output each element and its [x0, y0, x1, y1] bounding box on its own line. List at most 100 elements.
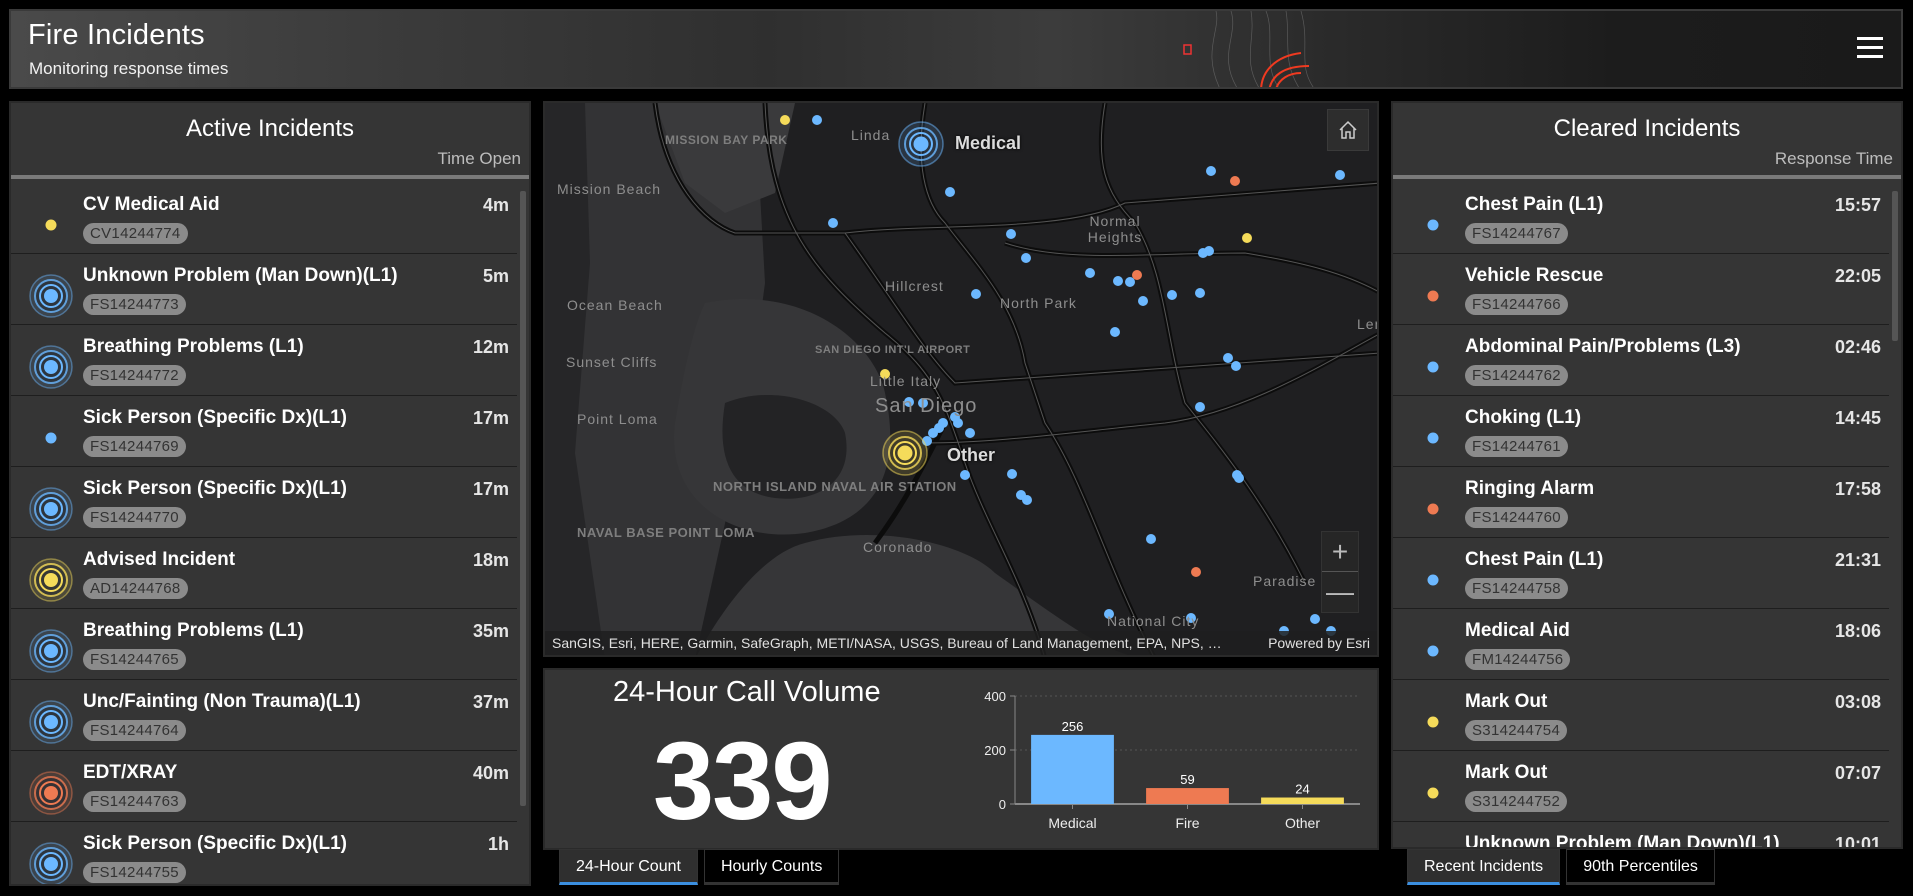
active-incident-list-item[interactable]: CV Medical Aid 4m CV14244774 [11, 183, 517, 254]
fire-incident-point[interactable] [1132, 270, 1142, 280]
cleared-incident-list-item[interactable]: Mark Out 07:07 S314244752 [1393, 751, 1889, 822]
bar-data-label: 59 [1180, 772, 1194, 787]
incident-name: Vehicle Rescue [1465, 265, 1604, 286]
call-volume-title: 24-Hour Call Volume [613, 676, 881, 708]
active-incidents-title: Active Incidents [185, 115, 355, 142]
medical-cluster-marker-icon[interactable] [898, 121, 944, 167]
medical-incident-point[interactable] [971, 289, 981, 299]
medical-incident-point[interactable] [1138, 296, 1148, 306]
medical-incident-point[interactable] [1206, 166, 1216, 176]
medical-incident-point[interactable] [1085, 268, 1095, 278]
medical-incident-marker-icon [28, 841, 74, 884]
incident-name: CV Medical Aid [83, 194, 220, 215]
medical-incident-point[interactable] [1310, 614, 1320, 624]
medical-incident-point[interactable] [1113, 276, 1123, 286]
cleared-incident-list-item[interactable]: Abdominal Pain/Problems (L3) 02:46 FS14244… [1393, 325, 1889, 396]
active-incident-list-item[interactable]: Unc/Fainting (Non Trauma)(L1) 37m FS142447… [11, 680, 517, 751]
cleared-incident-list-item[interactable]: Chest Pain (L1) 21:31 FS14244758 [1393, 538, 1889, 609]
incident-time: 37m [472, 692, 509, 712]
fire-incident-point[interactable] [1191, 567, 1201, 577]
active-incident-list-item[interactable]: Advised Incident 18m AD14244768 [11, 538, 517, 609]
zoom-out-button[interactable]: — [1322, 572, 1358, 612]
medical-incident-point[interactable] [928, 428, 938, 438]
active-incidents-panel: Active Incidents Time Open CV Medical Ai… [9, 101, 531, 886]
fire-incident-point[interactable] [1230, 176, 1240, 186]
bar-medical[interactable] [1031, 734, 1114, 804]
cleared-incident-list-item[interactable]: Vehicle Rescue 22:05 FS14244766 [1393, 254, 1889, 325]
medical-incident-marker-icon [28, 699, 74, 745]
medical-incident-point[interactable] [1231, 361, 1241, 371]
medical-incident-point[interactable] [953, 418, 963, 428]
hamburger-menu-icon[interactable] [1857, 37, 1883, 61]
tab-24-hour-count[interactable]: 24-Hour Count [559, 849, 698, 885]
tab-90th-percentiles[interactable]: 90th Percentiles [1566, 849, 1715, 885]
incident-name: Sick Person (Specific Dx)(L1) [83, 478, 347, 499]
powered-by-esri-link[interactable]: Powered by Esri [1268, 631, 1370, 655]
medical-incident-point[interactable] [938, 418, 948, 428]
zoom-in-button[interactable]: + [1322, 532, 1358, 572]
incident-map[interactable]: Linda Mission Beach Hillcrest North Park… [543, 101, 1379, 657]
cleared-incident-list-item[interactable]: Mark Out 03:08 S314244754 [1393, 680, 1889, 751]
bar-other[interactable] [1261, 797, 1344, 804]
medical-incident-point[interactable] [945, 187, 955, 197]
active-incident-list-item[interactable]: Unknown Problem (Man Down)(L1) 5m FS142447… [11, 254, 517, 325]
cleared-incident-list-item[interactable]: Unknown Problem (Man Down)(L1) 10:01 [1393, 822, 1889, 847]
incident-time: 21:31 [1834, 550, 1881, 570]
active-incident-list-item[interactable]: Sick Person (Specific Dx)(L1) 1h FS1424475… [11, 822, 517, 884]
cleared-list-scrollbar[interactable] [1892, 191, 1898, 341]
medical-incident-point[interactable] [1022, 495, 1032, 505]
map-label-airport: SAN DIEGO INT'L AIRPORT [815, 344, 971, 356]
bar-data-label: 256 [1062, 719, 1084, 734]
map-label-hillcrest: Hillcrest [885, 278, 944, 294]
medical-incident-point[interactable] [965, 428, 975, 438]
cleared-incident-list-item[interactable]: Ringing Alarm 17:58 FS14244760 [1393, 467, 1889, 538]
map-label-normal-heights: Normal Heights [1087, 213, 1143, 245]
medical-incident-point[interactable] [1195, 402, 1205, 412]
active-incident-list-item[interactable]: Sick Person (Specific Dx)(L1) 17m FS142447… [11, 396, 517, 467]
medical-incident-point[interactable] [1006, 229, 1016, 239]
medical-incident-point[interactable] [1167, 290, 1177, 300]
map-label-naval-base: NAVAL BASE POINT LOMA [577, 525, 756, 540]
other-cluster-marker-icon[interactable] [882, 430, 928, 476]
active-incident-list-item[interactable]: Breathing Problems (L1) 35m FS14244765 [11, 609, 517, 680]
fire-incident-marker-icon [1410, 273, 1456, 319]
medical-incident-point[interactable] [1204, 246, 1214, 256]
medical-incident-point[interactable] [960, 470, 970, 480]
call-volume-panel: 24-Hour Call Volume 339 0 200 400 256 Medica… [543, 668, 1379, 850]
incident-id-badge: FS14244769 [83, 436, 186, 457]
incident-time: 40m [472, 763, 509, 783]
cleared-incident-list-item[interactable]: Medical Aid 18:06 FM14244756 [1393, 609, 1889, 680]
medical-incident-point[interactable] [828, 218, 838, 228]
medical-incident-point[interactable] [1146, 534, 1156, 544]
active-incident-list-item[interactable]: Sick Person (Specific Dx)(L1) 17m FS142447… [11, 467, 517, 538]
time-open-column-label: Time Open [437, 149, 521, 168]
call-volume-tabs: 24-Hour Count Hourly Counts [559, 849, 840, 885]
map-label-lemon-grove: Lemon Grove [1357, 316, 1377, 332]
medical-incident-point[interactable] [1021, 253, 1031, 263]
medical-incident-point[interactable] [1110, 327, 1120, 337]
cleared-incident-list-item[interactable]: Choking (L1) 14:45 FS14244761 [1393, 396, 1889, 467]
medical-incident-point[interactable] [1223, 353, 1233, 363]
tab-hourly-counts[interactable]: Hourly Counts [703, 849, 840, 885]
bar-data-label: 24 [1295, 782, 1309, 797]
tab-recent-incidents[interactable]: Recent Incidents [1407, 849, 1561, 885]
app-title: Fire Incidents [28, 19, 205, 51]
active-incident-list-item[interactable]: EDT/XRAY 40m FS14244763 [11, 751, 517, 822]
medical-incident-point[interactable] [1234, 473, 1244, 483]
bar-fire[interactable] [1146, 788, 1229, 804]
medical-incident-point[interactable] [1007, 469, 1017, 479]
incident-id-badge: FS14244773 [83, 294, 186, 315]
incident-id-badge: FS14244760 [1465, 507, 1568, 528]
medical-incident-point[interactable] [1335, 170, 1345, 180]
other-incident-point[interactable] [780, 115, 790, 125]
other-incident-point[interactable] [1242, 233, 1252, 243]
map-home-button[interactable] [1327, 109, 1369, 151]
other-incident-marker-icon [1410, 699, 1456, 745]
map-label-north-park: North Park [1000, 295, 1077, 311]
medical-incident-point[interactable] [812, 115, 822, 125]
map-label-san-diego: San Diego [875, 395, 978, 417]
medical-incident-point[interactable] [1195, 288, 1205, 298]
active-list-scrollbar[interactable] [520, 191, 526, 806]
cleared-incident-list-item[interactable]: Chest Pain (L1) 15:57 FS14244767 [1393, 183, 1889, 254]
active-incident-list-item[interactable]: Breathing Problems (L1) 12m FS14244772 [11, 325, 517, 396]
